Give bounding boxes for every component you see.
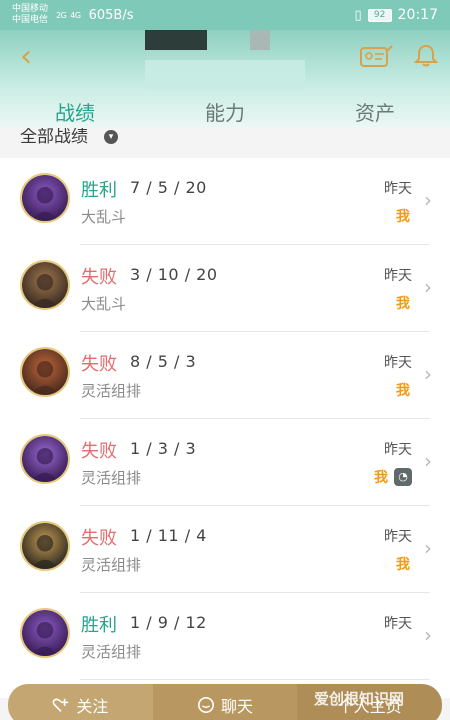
filter-label: 全部战绩	[20, 128, 88, 147]
champion-avatar	[20, 173, 70, 223]
match-date: 昨天	[384, 529, 412, 545]
vibrate-icon: ▯	[354, 7, 362, 23]
game-mode: 灵活组排	[81, 556, 142, 574]
match-list: 胜利 7 / 5 / 20 大乱斗 昨天我 › 失败 3 / 10 / 20 大乱斗 昨天我 › 失…	[0, 158, 450, 698]
chevron-left-icon: ‹	[20, 39, 32, 74]
me-badge: 我	[396, 383, 410, 399]
match-badges: 我	[394, 380, 412, 400]
match-date: 昨天	[384, 442, 412, 458]
match-badges: 我	[394, 293, 412, 313]
champion-avatar	[20, 434, 70, 484]
match-date: 昨天	[384, 355, 412, 371]
heart-plus-icon	[52, 698, 69, 712]
message-card-icon	[360, 45, 393, 67]
battery-icon: 92	[367, 8, 392, 22]
chevron-right-icon: ›	[424, 275, 432, 299]
profile-header: ‹ 战绩 能力 资产	[0, 30, 450, 136]
chevron-right-icon: ›	[424, 362, 432, 386]
chat-button[interactable]: 聊天	[152, 684, 298, 720]
match-result: 胜利	[81, 180, 117, 201]
tab-record[interactable]: 战绩	[25, 97, 125, 136]
match-result: 失败	[81, 441, 117, 462]
match-date: 昨天	[384, 181, 412, 197]
status-bar: 中国移动 中国电信 2G 4G 605B/s ▯ 92 20:17	[0, 0, 450, 30]
champion-avatar	[20, 347, 70, 397]
bell-icon	[413, 44, 439, 67]
match-result: 失败	[81, 267, 117, 288]
notification-button[interactable]	[412, 42, 440, 70]
redacted-area	[145, 60, 305, 90]
kda-score: 1 / 11 / 4	[130, 526, 207, 545]
network-speed: 605B/s	[88, 7, 134, 23]
back-button[interactable]: ‹	[10, 40, 42, 76]
match-row[interactable]: 失败 8 / 5 / 3 灵活组排 昨天我 ›	[0, 332, 450, 419]
follow-label: 关注	[76, 697, 109, 716]
watermark: 爱创根知识网	[314, 690, 405, 708]
carrier-1: 中国移动	[12, 4, 49, 14]
chevron-right-icon: ›	[424, 623, 432, 647]
champion-avatar	[20, 608, 70, 658]
kda-score: 7 / 5 / 20	[130, 178, 207, 197]
match-row[interactable]: 胜利 1 / 9 / 12 灵活组排 昨天 ›	[0, 593, 450, 680]
match-badges: 我	[394, 206, 412, 226]
match-row[interactable]: 失败 1 / 11 / 4 灵活组排 昨天我 ›	[0, 506, 450, 593]
chat-label: 聊天	[221, 697, 254, 716]
chevron-right-icon: ›	[424, 449, 432, 473]
chevron-right-icon: ›	[424, 188, 432, 212]
match-row[interactable]: 失败 3 / 10 / 20 大乱斗 昨天我 ›	[0, 245, 450, 332]
carrier-2: 中国电信	[12, 15, 49, 25]
me-badge: 我	[396, 296, 410, 312]
carrier-names: 中国移动 中国电信	[12, 4, 52, 26]
match-result: 失败	[81, 528, 117, 549]
match-filter[interactable]: 全部战绩 ▾	[0, 128, 450, 158]
match-badges: 我 ◔	[372, 467, 412, 487]
match-date: 昨天	[384, 268, 412, 284]
redacted-block	[250, 30, 270, 50]
match-badges: 我	[394, 554, 412, 574]
clock: 20:17	[397, 7, 438, 23]
tab-bar: 战绩 能力 资产	[0, 92, 450, 136]
me-badge: 我	[396, 209, 410, 225]
match-date: 昨天	[384, 616, 412, 632]
dropdown-icon: ▾	[104, 130, 118, 144]
match-row[interactable]: 胜利 7 / 5 / 20 大乱斗 昨天我 ›	[0, 158, 450, 245]
game-mode: 灵活组排	[81, 469, 142, 487]
champion-avatar	[20, 260, 70, 310]
champion-avatar	[20, 521, 70, 571]
kda-score: 8 / 5 / 3	[130, 352, 197, 371]
follow-button[interactable]: 关注	[8, 684, 153, 720]
team-icon: ◔	[394, 468, 412, 486]
signal-2g: 2G	[56, 10, 67, 20]
game-mode: 灵活组排	[81, 382, 142, 400]
message-card-button[interactable]	[358, 44, 394, 70]
game-mode: 大乱斗	[81, 295, 127, 313]
chevron-right-icon: ›	[424, 536, 432, 560]
me-badge: 我	[374, 470, 388, 486]
kda-score: 1 / 9 / 12	[130, 613, 207, 632]
signal-4g: 4G	[70, 10, 81, 20]
match-row[interactable]: 失败 1 / 3 / 3 灵活组排 昨天我 ◔ ›	[0, 419, 450, 506]
match-result: 胜利	[81, 615, 117, 636]
game-mode: 灵活组排	[81, 643, 142, 661]
me-badge: 我	[396, 557, 410, 573]
row-divider	[80, 679, 430, 680]
chat-bubble-icon	[197, 696, 215, 714]
kda-score: 1 / 3 / 3	[130, 439, 197, 458]
tab-ability[interactable]: 能力	[175, 97, 275, 126]
tab-assets[interactable]: 资产	[325, 97, 425, 126]
redacted-name-block	[145, 30, 207, 50]
kda-score: 3 / 10 / 20	[130, 265, 218, 284]
match-result: 失败	[81, 354, 117, 375]
game-mode: 大乱斗	[81, 208, 127, 226]
